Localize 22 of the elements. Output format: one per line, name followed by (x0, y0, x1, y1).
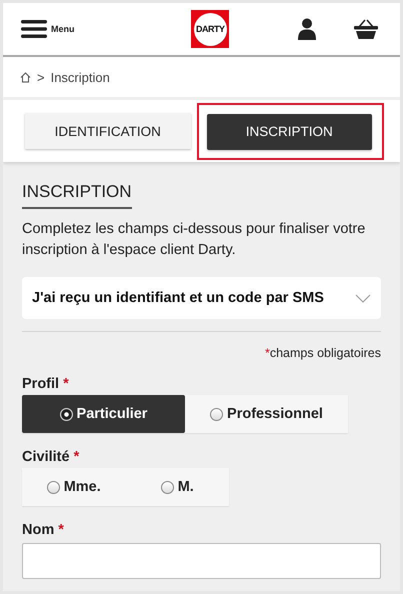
input-field[interactable] (22, 543, 381, 579)
radio-option[interactable]: M. (126, 468, 229, 506)
breadcrumb-separator: > (37, 70, 45, 84)
tab[interactable]: INSCRIPTION (206, 114, 372, 150)
home-icon[interactable] (20, 72, 31, 82)
basket-icon[interactable] (354, 18, 378, 40)
menu-icon (21, 20, 47, 38)
required-note: *champs obligatoires (22, 331, 381, 360)
field-label: Civilité * (22, 449, 80, 465)
radio-option[interactable]: Particulier (22, 395, 185, 433)
radio-option[interactable]: Professionnel (185, 395, 348, 433)
user-icon[interactable] (298, 18, 316, 40)
radio-option[interactable]: Mme. (22, 468, 126, 506)
dropdown[interactable]: J'ai reçu un identifiant et un code par SMS (22, 277, 381, 319)
tab[interactable]: IDENTIFICATION (25, 113, 190, 149)
intro-text: Completez les champs ci-dessous pour finaliser votre inscription à l'espace client Darty. (22, 220, 366, 260)
menu-button[interactable]: Menu (21, 20, 74, 38)
field-label: Nom * (22, 522, 65, 538)
section-title: INSCRIPTION (22, 182, 132, 209)
breadcrumb-current: Inscription (50, 70, 110, 84)
logo[interactable]: DARTY (191, 10, 230, 48)
field-label: Profil * (22, 376, 70, 392)
